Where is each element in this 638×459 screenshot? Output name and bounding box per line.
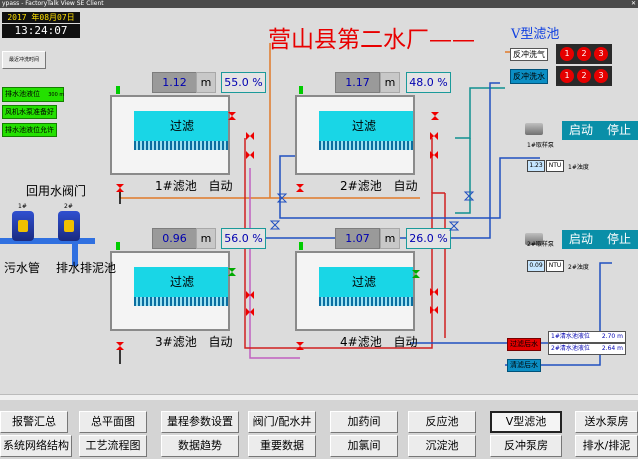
drain-mud-label: 排水排泥池 [56,261,117,275]
valve-f3-out1[interactable] [246,291,254,299]
pump1-unit: NTU [546,160,564,172]
nav-chlorine-room[interactable]: 加氯间 [330,435,398,457]
backwash-air-label: 反冲洗气 [510,48,548,61]
valve-f2-drain[interactable] [296,184,304,192]
nav-v-filter[interactable]: V型滤池 [490,411,562,433]
valve-f3-top[interactable] [228,268,236,276]
valve-f1-drain[interactable] [116,184,124,192]
sewer-label: 污水管 [4,261,41,275]
nav-data-trend[interactable]: 数据趋势 [161,435,239,457]
pump1-value: 1.23 [527,160,545,172]
before-filter-label: 过滤后水 [507,338,541,351]
backwash-air-panel: 1 2 3 [556,44,612,64]
valve-cross-4[interactable] [463,191,475,201]
clear2-level: 2#清水池液位 2.64 m [548,343,626,355]
valve-f4-out1[interactable] [430,288,438,296]
scada-canvas: 2017 年08月07日 13:24:07 营山县第二水厂—— V型滤池 最近冲… [0,8,638,394]
valve-f4-top-green[interactable] [299,242,303,250]
nav-backwash-pump[interactable]: 反冲泵房 [490,435,562,457]
air-circle-2[interactable]: 2 [577,47,591,61]
pump2-name: 2#取样泵 [527,241,554,248]
valve-cross-2[interactable] [269,220,281,230]
nav-general-layout[interactable]: 总平面图 [79,411,147,433]
valve-f3-drain[interactable] [116,342,124,350]
air-circle-3[interactable]: 3 [594,47,608,61]
valve-f4-out2[interactable] [430,306,438,314]
water-circle-2[interactable]: 2 [577,69,591,83]
navigation-bar: 报警汇总 总平面图 量程参数设置 阀门/配水井 加药间 反应池 V型滤池 送水泵… [0,400,638,459]
valve1-label: 1# [18,203,27,210]
nav-sedimentation[interactable]: 沉淀池 [408,435,476,457]
valves [116,86,475,350]
pump1-stop-button[interactable]: 停止 [600,121,638,140]
valve-f4-drain[interactable] [296,342,304,350]
valve-f2-out2[interactable] [430,151,438,159]
backwash-water-panel: 1 2 3 [556,66,612,86]
valve-f1-out1[interactable] [246,132,254,140]
nav-range-settings[interactable]: 量程参数设置 [161,411,239,433]
pump1-icon[interactable] [525,123,543,135]
nav-process-flow[interactable]: 工艺流程图 [79,435,147,457]
air-circle-1[interactable]: 1 [560,47,574,61]
nav-alarm-summary[interactable]: 报警汇总 [0,411,68,433]
clear1-level: 1#清水池液位 2.70 m [548,331,626,343]
nav-supply-pump[interactable]: 送水泵房 [575,411,638,433]
nav-reaction-tank[interactable]: 反应池 [408,411,476,433]
pump2-value: 0.09 [527,260,545,272]
after-filter-label: 清滤后水 [507,359,541,372]
water-circle-1[interactable]: 1 [560,69,574,83]
valve-cross-3[interactable] [448,221,460,231]
water-circle-3[interactable]: 3 [594,69,608,83]
nav-network-structure[interactable]: 系统网络结构 [0,435,72,457]
window-titlebar: ypass - FactoryTalk View SE Client ✕ [0,0,638,8]
valve-f2-top[interactable] [431,112,439,120]
valve2-handle-icon [64,220,74,232]
clear2-label: 2#清水池液位 [551,345,590,352]
close-icon[interactable]: ✕ [631,0,636,8]
valve-f1-out2[interactable] [246,151,254,159]
backwash-water-label: 反冲洗水 [510,69,548,84]
pump1-name: 1#取样泵 [527,142,554,149]
window-title: ypass - FactoryTalk View SE Client [2,0,104,7]
return-valve-label: 回用水阀门 [26,184,87,198]
nav-dosing-room[interactable]: 加药间 [330,411,398,433]
clear1-label: 1#清水池液位 [551,333,590,340]
valve-f1-top-green[interactable] [116,86,120,94]
pump2-stop-button[interactable]: 停止 [600,230,638,249]
valve-cross-1[interactable] [276,193,288,203]
clear2-value: 2.64 m [601,345,623,352]
pump1-label: 1#浊度 [568,164,589,171]
valve-f1-top[interactable] [228,112,236,120]
valve-f2-out1[interactable] [430,132,438,140]
clear1-value: 2.70 m [601,333,623,340]
valve-f3-top-green[interactable] [116,242,120,250]
valve2-label: 2# [64,203,73,210]
nav-valve-distribution[interactable]: 阀门/配水井 [248,411,316,433]
valve-f2-top-green[interactable] [299,86,303,94]
pump2-unit: NTU [546,260,564,272]
nav-key-data[interactable]: 重要数据 [248,435,316,457]
pump1-start-button[interactable]: 启动 [562,121,600,140]
nav-drain-mud[interactable]: 排水/排泥 [575,435,638,457]
valve-f4-top[interactable] [412,270,420,278]
pump2-start-button[interactable]: 启动 [562,230,600,249]
valve-f3-out2[interactable] [246,308,254,316]
pump2-label: 2#浊度 [568,264,589,271]
valve1-handle-icon [18,220,28,232]
